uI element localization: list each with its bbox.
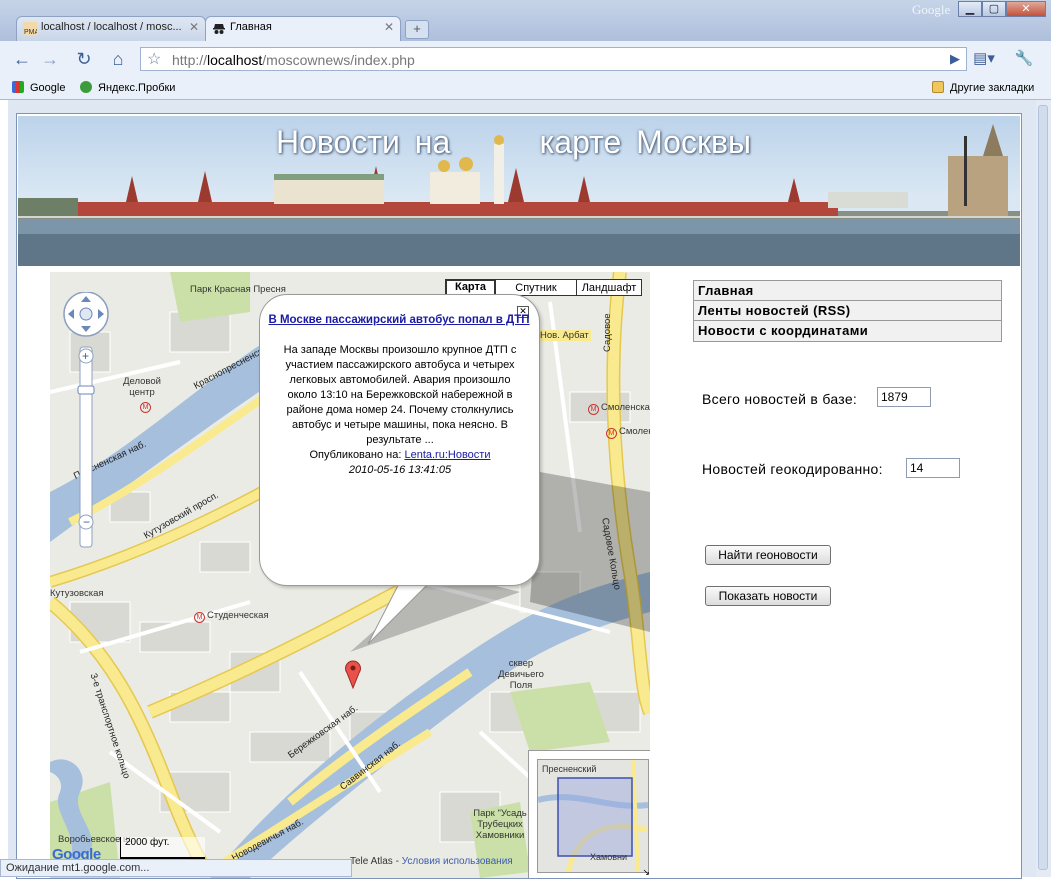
google-icon — [12, 81, 24, 93]
tab-label: localhost / localhost / mosc... — [41, 21, 182, 33]
minimize-button[interactable]: ▁ — [958, 1, 982, 17]
bookmark-google[interactable]: Google — [12, 81, 65, 94]
bookmarks-bar: Google Яндекс.Пробки Другие закладки — [0, 77, 1051, 100]
geocoded-news-field[interactable]: 14 — [906, 458, 960, 478]
reload-button[interactable]: ↻ — [72, 48, 96, 70]
map-scale: 2000 фут. — [120, 837, 205, 859]
map-label: Нов. Арбат — [538, 330, 591, 341]
news-source: Опубликовано на: Lenta.ru:Новости — [309, 449, 491, 461]
map-label: Парк Красная Пресня — [190, 284, 286, 295]
map-label: сквер Девичьего Поля — [498, 658, 544, 691]
reload-icon: ↻ — [76, 49, 92, 69]
address-bar[interactable]: ☆ http://localhost/moscownews/index.php … — [140, 47, 967, 71]
back-arrow-icon: ← — [13, 49, 31, 69]
map-label: Хамовни — [590, 852, 627, 862]
header-banner: Новости на карте Москвы — [18, 116, 1020, 266]
star-icon[interactable]: ☆ — [147, 49, 161, 69]
close-tab-icon[interactable]: ✕ — [384, 20, 394, 34]
home-button[interactable]: ⌂ — [106, 48, 130, 70]
new-tab-button[interactable]: + — [405, 20, 429, 39]
metro-icon: M — [588, 404, 599, 415]
spy-icon — [213, 24, 225, 34]
find-geonews-button[interactable]: Найти геоновости — [705, 545, 831, 565]
hand-icon — [79, 307, 93, 321]
page-icon: ▤▾ — [973, 50, 995, 67]
close-window-button[interactable]: ✕ — [1006, 1, 1046, 17]
overview-map[interactable]: Пресненский Хамовни ↘ — [528, 750, 650, 878]
map-label: M Студенческая — [194, 610, 269, 623]
close-tab-icon[interactable]: ✕ — [189, 20, 199, 34]
folder-icon — [932, 81, 944, 93]
map-label: Пресненский — [542, 764, 597, 774]
map-label: MСмоленс — [606, 426, 650, 439]
wrench-menu-button[interactable]: 🔧 — [1012, 48, 1036, 70]
maptype-terrain-button[interactable]: Ландшафт — [576, 279, 642, 296]
map-marker-icon[interactable] — [344, 659, 362, 689]
other-bookmarks[interactable]: Другие закладки — [932, 81, 1034, 94]
terms-link[interactable]: Условия использования — [402, 856, 513, 867]
map-copyright: Tele Atlas - Условия использования — [350, 856, 513, 867]
scrollbar-thumb[interactable] — [1038, 105, 1048, 870]
vertical-scrollbar[interactable] — [1036, 100, 1051, 877]
wrench-icon: 🔧 — [1014, 50, 1034, 67]
menu-item-rss[interactable]: Ленты новостей (RSS) — [694, 301, 1001, 321]
forward-arrow-icon: → — [41, 49, 59, 69]
go-icon[interactable]: ▶ — [950, 51, 960, 67]
map-label: Деловой центр — [123, 376, 161, 398]
map-label: M Смоленская — [588, 402, 650, 415]
tab-phpmyadmin[interactable]: PMA localhost / localhost / mosc... ✕ — [16, 16, 206, 41]
overview-viewport-box[interactable] — [557, 777, 633, 857]
svg-text:−: − — [83, 515, 90, 529]
home-icon: ⌂ — [112, 49, 124, 69]
map-info-window: ✕ В Москве пассажирский автобус попал в … — [259, 294, 540, 586]
total-news-field[interactable]: 1879 — [877, 387, 931, 407]
map-label: Парк "Усадь Трубецких Хамовники — [473, 808, 527, 841]
phpmyadmin-icon: PMA — [23, 22, 37, 36]
status-bar: Ожидание mt1.google.com... — [0, 859, 352, 877]
menu-item-home[interactable]: Главная — [694, 281, 1001, 301]
map-zoom-control[interactable]: + − — [60, 292, 120, 552]
menu-item-geonews[interactable]: Новости с координатами — [694, 321, 1001, 341]
metro-icon: M — [194, 612, 205, 623]
metro-icon: M — [606, 428, 617, 439]
overview-map-tile[interactable]: Пресненский Хамовни — [537, 759, 649, 873]
maximize-button[interactable]: ▢ — [982, 1, 1006, 17]
yandex-probki-icon — [80, 81, 92, 93]
side-menu: Главная Ленты новостей (RSS) Новости с к… — [693, 280, 1002, 342]
news-source-link[interactable]: Lenta.ru:Новости — [404, 449, 490, 461]
map-label: Кутузовская — [50, 588, 104, 599]
address-url: http://localhost/moscownews/index.php — [172, 52, 415, 68]
banner-title: Новости на карте Москвы — [276, 124, 751, 160]
total-news-label: Всего новостей в базе: — [702, 391, 858, 407]
svg-text:+: + — [82, 349, 89, 363]
tab-label: Главная — [230, 21, 272, 33]
map-label: Садовое — [602, 313, 613, 352]
show-news-button[interactable]: Показать новости — [705, 586, 831, 606]
zoom-slider-thumb[interactable] — [77, 385, 95, 395]
page-menu-button[interactable]: ▤▾ — [972, 48, 996, 70]
news-title-link[interactable]: В Москве пассажирский автобус попал в ДТ… — [268, 313, 530, 328]
news-text: На западе Москвы произошло крупное ДТП с… — [283, 344, 517, 446]
geocoded-news-label: Новостей геокодированно: — [702, 461, 883, 477]
metro-icon: M — [140, 400, 153, 413]
news-date: 2010-05-16 13:41:05 — [348, 464, 452, 476]
back-button[interactable]: ← — [10, 48, 34, 70]
bookmark-yandex-probki[interactable]: Яндекс.Пробки — [80, 81, 175, 94]
forward-button[interactable]: → — [38, 48, 62, 70]
window-brand: Google — [912, 2, 951, 17]
svg-text:PMA: PMA — [24, 29, 37, 36]
page-viewport: Новости на карте Москвы Парк Красная Пре… — [16, 113, 1022, 879]
news-body: На западе Москвы произошло крупное ДТП с… — [274, 343, 526, 478]
overview-toggle-icon[interactable]: ↘ — [642, 867, 650, 878]
tab-glavnaya[interactable]: Главная ✕ — [205, 16, 401, 41]
google-map[interactable]: Парк Красная Пресня Деловой центр M Крас… — [50, 272, 650, 878]
